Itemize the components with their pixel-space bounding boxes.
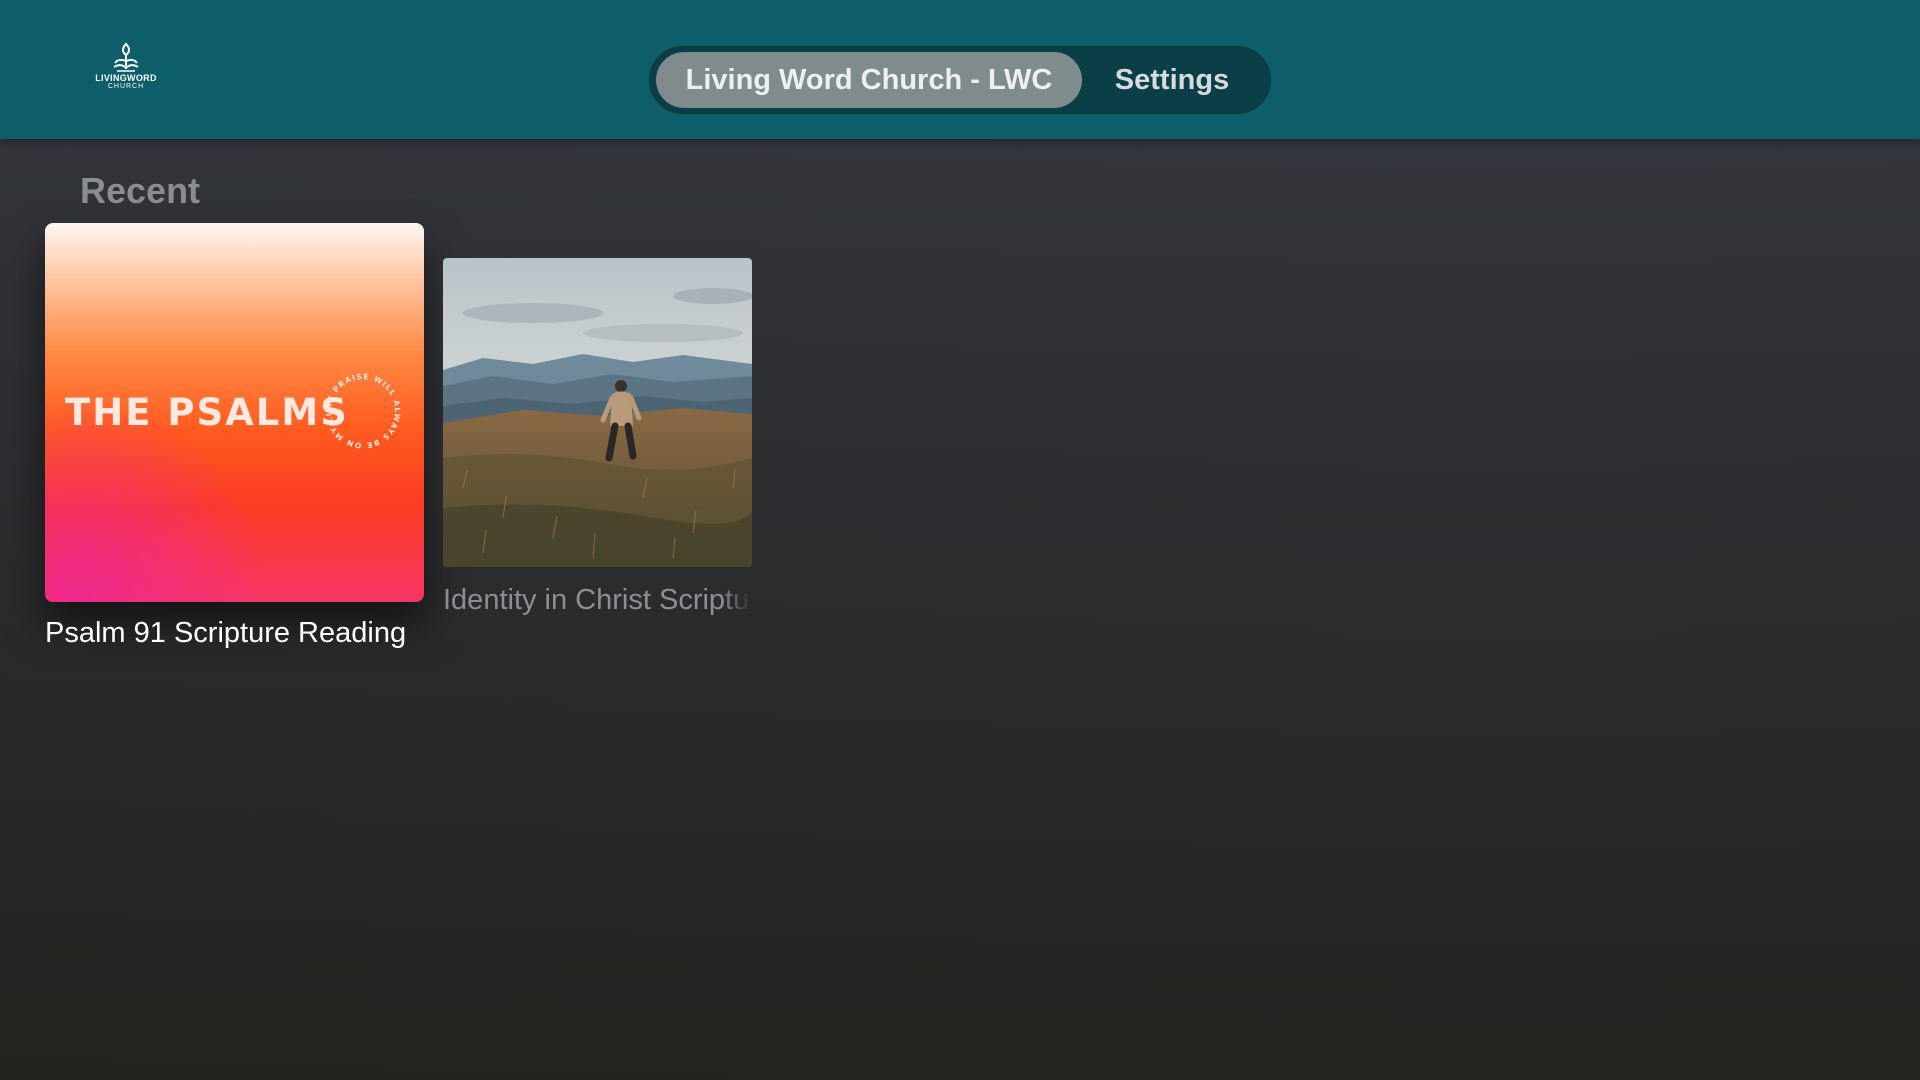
recent-item-title: Psalm 91 Scripture Reading xyxy=(45,617,407,649)
meadow-landscape-image xyxy=(443,258,752,567)
tab-settings[interactable]: Settings xyxy=(1082,52,1262,108)
top-navigation: Living Word Church - LWC Settings xyxy=(649,46,1271,114)
artwork-title: THE PSALMS xyxy=(65,391,349,434)
recent-item-identity-in-christ[interactable] xyxy=(443,258,752,567)
recent-item-title: Identity in Christ Scripture Reading xyxy=(443,584,752,616)
logo-wordmark: LIVINGWORD xyxy=(95,73,157,83)
artwork-circular-text: MY PRAISE WILL ALWAYS BE ON MY LIPS xyxy=(321,369,402,450)
psalms-artwork: THE PSALMS MY PRAISE WILL ALWAYS BE ON M… xyxy=(45,223,424,602)
top-bar: LIVINGWORD CHURCH Living Word Church - L… xyxy=(0,0,1920,139)
logo-subtitle: CHURCH xyxy=(107,83,145,90)
church-logo: LIVINGWORD CHURCH xyxy=(88,40,164,104)
living-word-logo-icon xyxy=(113,42,139,72)
recent-item-psalm-91[interactable]: THE PSALMS MY PRAISE WILL ALWAYS BE ON M… xyxy=(45,223,424,602)
tab-living-word-church[interactable]: Living Word Church - LWC xyxy=(656,52,1082,108)
section-title-recent: Recent xyxy=(80,170,201,211)
svg-text:MY PRAISE WILL ALWAYS BE ON MY: MY PRAISE WILL ALWAYS BE ON MY LIPS xyxy=(321,369,402,450)
